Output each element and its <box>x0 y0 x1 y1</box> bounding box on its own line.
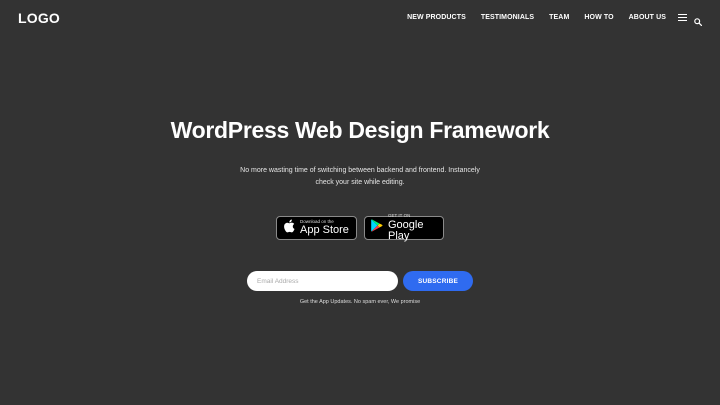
nav-item-testimonials[interactable]: TESTIMONIALS <box>481 14 534 21</box>
google-play-button[interactable]: GET IT ON Google Play <box>364 214 444 242</box>
nav-item-team[interactable]: TEAM <box>549 14 569 21</box>
main-nav: NEW PRODUCTS TESTIMONIALS TEAM HOW TO AB… <box>392 13 703 27</box>
app-store-button[interactable]: Download on the App Store <box>276 216 357 240</box>
subscribe-button[interactable]: SUBSCRIBE <box>403 271 473 291</box>
nav-item-how-to[interactable]: HOW TO <box>584 14 613 21</box>
top-navigation-bar: LOGO NEW PRODUCTS TESTIMONIALS TEAM HOW … <box>0 0 720 36</box>
email-input[interactable] <box>247 271 398 291</box>
hero-subtitle: No more wasting time of switching betwee… <box>240 167 480 186</box>
store-badges: Download on the App Store GET IT ON Goog… <box>0 214 720 242</box>
hamburger-menu-icon[interactable] <box>678 13 687 21</box>
logo[interactable]: LOGO <box>18 10 60 26</box>
nav-item-about-us[interactable]: ABOUT US <box>629 14 666 21</box>
google-play-icon <box>371 219 383 237</box>
app-store-label: App Store <box>300 224 349 237</box>
subscribe-note: Get the App Updates. No spam ever, We pr… <box>299 299 421 305</box>
search-icon[interactable] <box>694 13 703 27</box>
nav-item-new-products[interactable]: NEW PRODUCTS <box>407 14 466 21</box>
hero-title: WordPress Web Design Framework <box>170 117 550 143</box>
apple-icon <box>283 219 295 238</box>
google-play-label: Google Play <box>388 218 424 242</box>
